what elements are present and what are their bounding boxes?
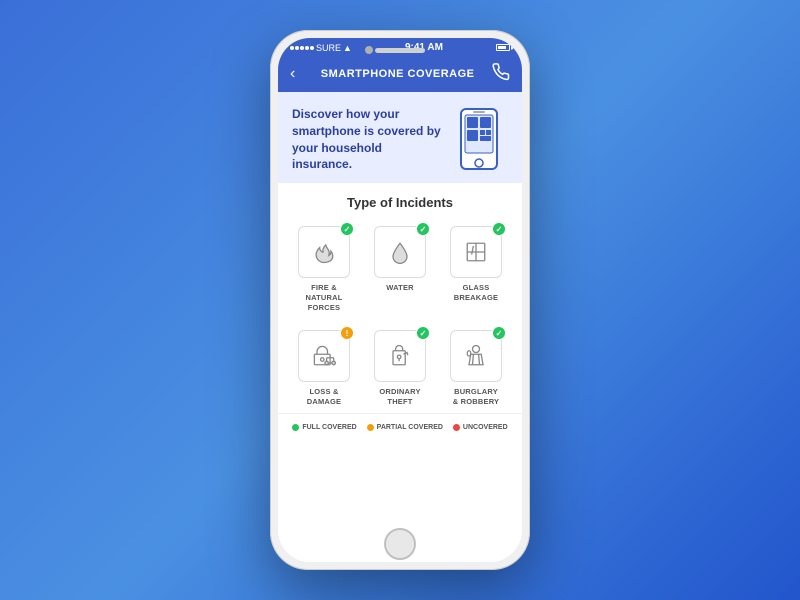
hero-phone-illustration bbox=[453, 107, 508, 172]
incident-loss-icon-wrap: ! bbox=[298, 330, 350, 382]
incident-burglary-icon-wrap: ✓ bbox=[450, 330, 502, 382]
incident-water-icon-wrap: ✓ bbox=[374, 226, 426, 278]
fire-coverage-badge: ✓ bbox=[340, 222, 354, 236]
phone-screen: SURE ▲ 9:41 AM ‹ SMARTPHONE COVERAGE Dis… bbox=[278, 38, 522, 562]
incident-fire[interactable]: ✓ FIRE & NATURALFORCES bbox=[288, 218, 360, 318]
fire-label: FIRE & NATURALFORCES bbox=[292, 283, 356, 312]
signal-bars bbox=[290, 46, 314, 50]
legend-uncovered: UNCOVERED bbox=[453, 424, 508, 431]
loss-label: LOSS & DAMAGE bbox=[292, 387, 356, 407]
theft-label: ORDINARYTHEFT bbox=[379, 387, 420, 407]
phone-speaker bbox=[375, 48, 425, 53]
legend: FULL COVERED PARTIAL COVERED UNCOVERED bbox=[278, 413, 522, 437]
legend-dot-partial bbox=[367, 424, 374, 431]
legend-partial-label: PARTIAL COVERED bbox=[377, 424, 443, 431]
incidents-grid: ✓ FIRE & NATURALFORCES ✓ WATER bbox=[278, 218, 522, 413]
incident-glass[interactable]: ✓ GLASS BREAKAGE bbox=[440, 218, 512, 318]
phone-home-button[interactable] bbox=[384, 528, 416, 560]
legend-partial: PARTIAL COVERED bbox=[367, 424, 443, 431]
incident-theft-icon-wrap: ✓ bbox=[374, 330, 426, 382]
incident-loss[interactable]: ! LOSS & DAMAGE bbox=[288, 322, 360, 413]
signal-dot-3 bbox=[300, 46, 304, 50]
legend-uncovered-label: UNCOVERED bbox=[463, 424, 508, 431]
phone-icon[interactable] bbox=[492, 63, 510, 84]
signal-dot-1 bbox=[290, 46, 294, 50]
burglary-coverage-badge: ✓ bbox=[492, 326, 506, 340]
water-coverage-badge: ✓ bbox=[416, 222, 430, 236]
incidents-section-title: Type of Incidents bbox=[278, 183, 522, 218]
incident-water[interactable]: ✓ WATER bbox=[364, 218, 436, 318]
water-label: WATER bbox=[386, 283, 414, 293]
burglary-label: BURGLARY& ROBBERY bbox=[453, 387, 500, 407]
battery-fill bbox=[498, 46, 506, 49]
hero-banner: Discover how your smartphone is covered … bbox=[278, 92, 522, 183]
legend-full: FULL COVERED bbox=[292, 424, 356, 431]
carrier-label: SURE bbox=[316, 43, 341, 53]
incident-fire-icon-wrap: ✓ bbox=[298, 226, 350, 278]
signal-dot-4 bbox=[305, 46, 309, 50]
theft-coverage-badge: ✓ bbox=[416, 326, 430, 340]
signal-dot-5 bbox=[310, 46, 314, 50]
content-area[interactable]: Type of Incidents ✓ FIRE & NATURALFORCES bbox=[278, 183, 522, 562]
phone-camera bbox=[365, 46, 373, 54]
legend-dot-full bbox=[292, 424, 299, 431]
status-left: SURE ▲ bbox=[290, 43, 352, 53]
wifi-icon: ▲ bbox=[343, 43, 352, 53]
incident-glass-icon-wrap: ✓ bbox=[450, 226, 502, 278]
back-button[interactable]: ‹ bbox=[290, 65, 295, 83]
battery-icon bbox=[496, 44, 510, 51]
glass-label: GLASS BREAKAGE bbox=[444, 283, 508, 303]
legend-dot-uncovered bbox=[453, 424, 460, 431]
incident-theft[interactable]: ✓ ORDINARYTHEFT bbox=[364, 322, 436, 413]
signal-dot-2 bbox=[295, 46, 299, 50]
nav-bar: ‹ SMARTPHONE COVERAGE bbox=[278, 55, 522, 92]
nav-title: SMARTPHONE COVERAGE bbox=[303, 68, 492, 80]
loss-coverage-badge: ! bbox=[340, 326, 354, 340]
incident-burglary[interactable]: ✓ BURGLARY& ROBBERY bbox=[440, 322, 512, 413]
status-right bbox=[496, 44, 510, 51]
phone-device: SURE ▲ 9:41 AM ‹ SMARTPHONE COVERAGE Dis… bbox=[270, 30, 530, 570]
legend-full-label: FULL COVERED bbox=[302, 424, 356, 431]
hero-text: Discover how your smartphone is covered … bbox=[292, 106, 445, 173]
glass-coverage-badge: ✓ bbox=[492, 222, 506, 236]
